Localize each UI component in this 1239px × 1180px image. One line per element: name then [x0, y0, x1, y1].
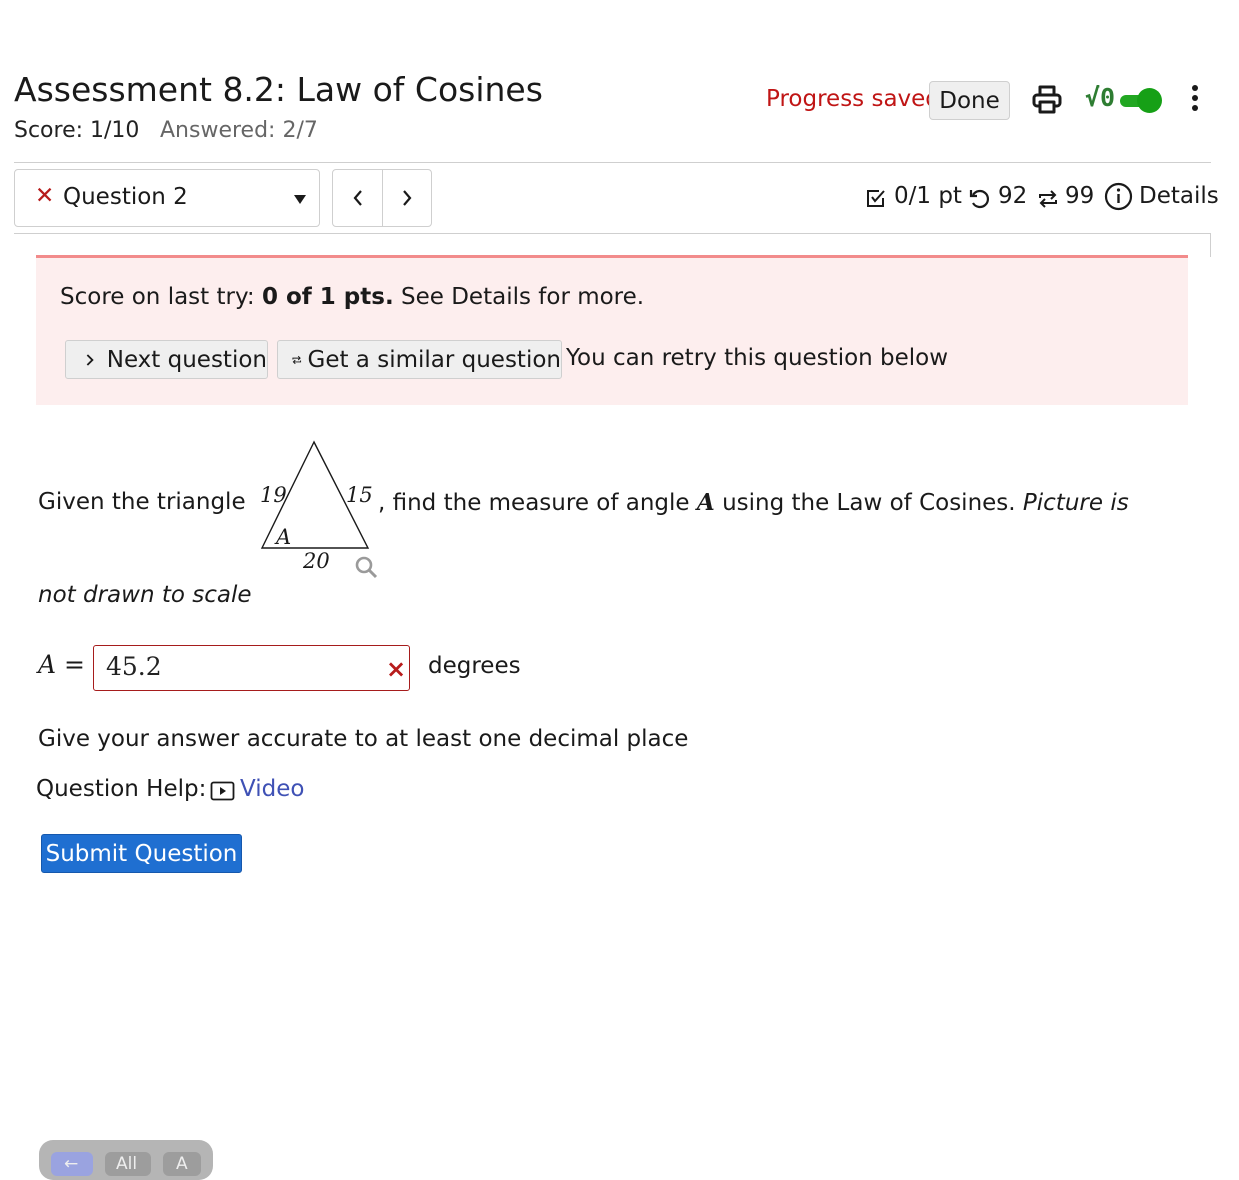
- answered-text: Answered: 2/7: [160, 118, 318, 143]
- video-link[interactable]: Video: [240, 776, 304, 802]
- progress-status: Progress saved: [766, 86, 940, 112]
- video-icon[interactable]: [210, 781, 235, 801]
- scale-note-end: not drawn to scale: [38, 582, 252, 608]
- chevron-right-icon: [86, 353, 94, 366]
- header-divider: [14, 162, 1211, 163]
- question-given-text: Given the triangle: [38, 489, 246, 515]
- last-try-score: 0 of 1 pts.: [261, 284, 394, 310]
- page-title: Assessment 8.2: Law of Cosines: [14, 70, 543, 109]
- nav-divider: [14, 233, 1211, 234]
- incorrect-icon: ×: [386, 655, 407, 683]
- caret-down-icon: [294, 195, 306, 204]
- chevron-left-icon: [353, 190, 362, 206]
- next-question-nav-button[interactable]: [383, 170, 432, 226]
- answer-value: 45.2: [106, 652, 162, 681]
- a-pill[interactable]: A: [163, 1152, 201, 1176]
- triangle-figure[interactable]: 19 15 A 20: [250, 438, 385, 583]
- chevron-right-icon: [403, 190, 412, 206]
- score-alert-text: Score on last try: 0 of 1 pts. See Detai…: [60, 284, 645, 310]
- checkbox-points-icon: [867, 190, 885, 207]
- previous-question-button[interactable]: [333, 170, 382, 226]
- question-select-label: Question 2: [63, 184, 188, 210]
- retry-message: You can retry this question below: [566, 345, 949, 371]
- answer-unit: degrees: [428, 653, 521, 679]
- score-text: Score: 1/10: [14, 118, 140, 143]
- math-display-toggle[interactable]: [1120, 87, 1162, 113]
- magnify-icon: [355, 556, 378, 579]
- similar-question-button[interactable]: Get a similar question: [277, 340, 562, 379]
- answer-label: A =: [38, 650, 85, 679]
- angle-variable: A: [696, 489, 715, 516]
- similar-count: 99: [1065, 183, 1095, 209]
- info-icon[interactable]: [1104, 182, 1133, 211]
- retry-icon: [969, 189, 990, 209]
- instruction-text: Give your answer accurate to at least on…: [38, 726, 689, 752]
- math-display-label: √0: [1085, 83, 1116, 112]
- bottom-toolbar: ← All A: [39, 1140, 213, 1180]
- all-pill[interactable]: All: [105, 1152, 151, 1176]
- print-icon[interactable]: [1031, 83, 1063, 115]
- more-options-icon[interactable]: [1185, 82, 1205, 116]
- next-question-button[interactable]: Next question: [65, 340, 268, 379]
- question-help-label: Question Help:: [36, 776, 207, 802]
- content-border: [1210, 233, 1211, 257]
- details-link[interactable]: Details: [1139, 183, 1219, 209]
- side-right-label: 15: [346, 483, 373, 507]
- score-alert: [36, 255, 1188, 405]
- question-nav: [332, 169, 432, 227]
- retries-count: 92: [998, 183, 1028, 209]
- question-find-text: , find the measure of angle A using the …: [378, 489, 1129, 516]
- answer-input[interactable]: 45.2 ×: [93, 645, 410, 691]
- back-pill[interactable]: ←: [51, 1152, 93, 1176]
- side-left-label: 19: [260, 483, 287, 507]
- scale-note-start: Picture is: [1022, 490, 1129, 516]
- done-button[interactable]: Done: [929, 81, 1010, 120]
- incorrect-icon: ✕: [35, 183, 55, 209]
- similar-icon: [1039, 190, 1057, 208]
- side-base-label: 20: [302, 549, 330, 573]
- question-select[interactable]: ✕ Question 2: [14, 169, 320, 227]
- similar-icon: [292, 355, 302, 364]
- points-text: 0/1 pt: [894, 183, 962, 209]
- angle-label: A: [274, 525, 291, 549]
- submit-question-button[interactable]: Submit Question: [41, 834, 242, 873]
